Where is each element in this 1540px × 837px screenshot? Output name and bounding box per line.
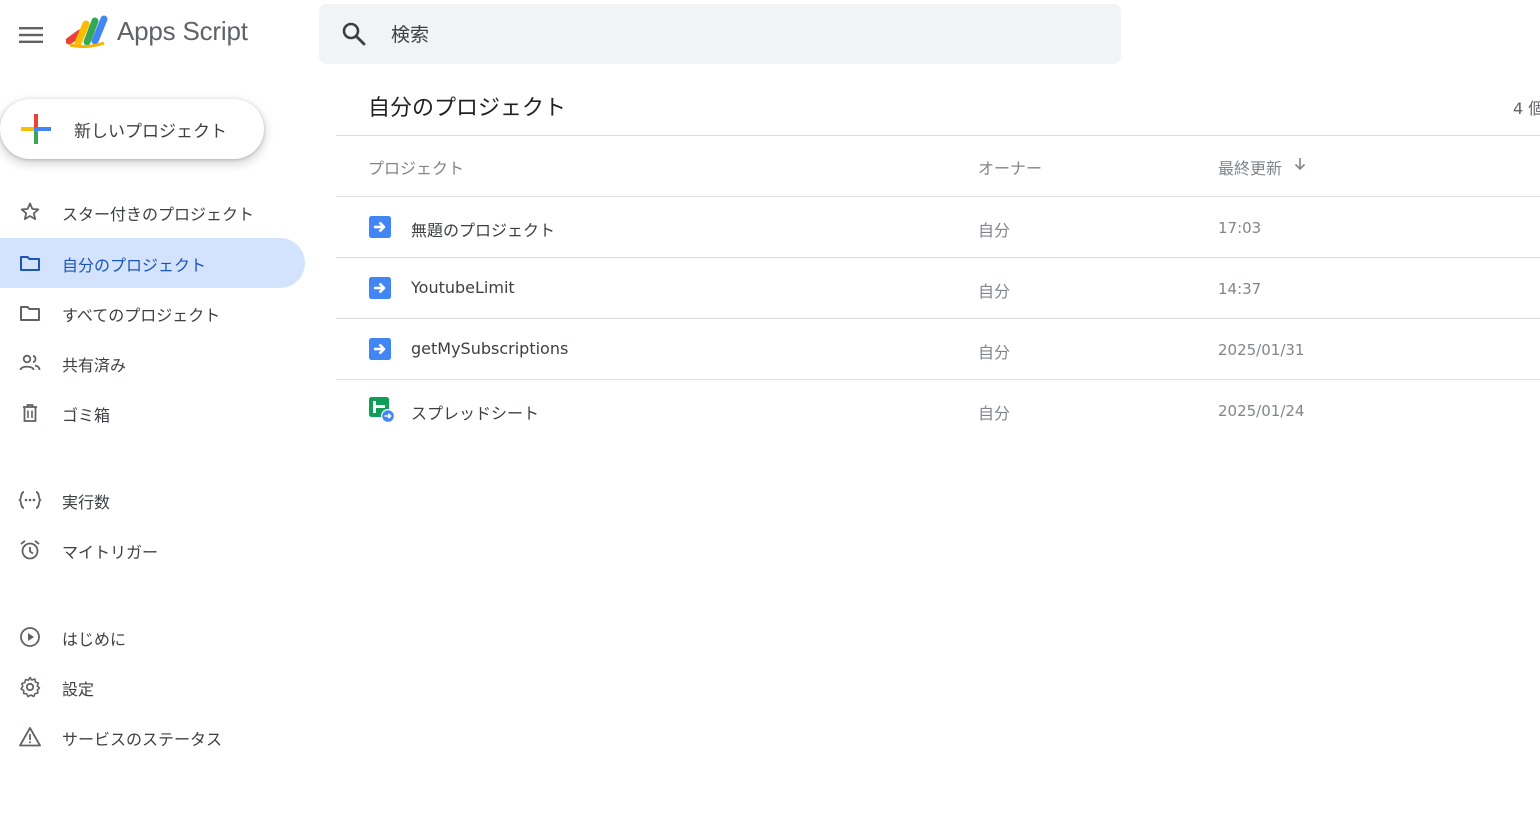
- table-row[interactable]: YoutubeLimit 自分 14:37: [336, 258, 1540, 318]
- sidebar-item-starred[interactable]: スター付きのプロジェクト: [0, 187, 305, 237]
- sidebar-item-all-projects[interactable]: すべてのプロジェクト: [0, 288, 305, 338]
- project-last-modified: 2025/01/24: [1218, 402, 1305, 420]
- folder-icon: [20, 256, 40, 271]
- sidebar-item-settings[interactable]: 設定: [0, 662, 305, 712]
- new-project-label: 新しいプロジェクト: [74, 122, 227, 142]
- sheets-bound-project-icon: [369, 397, 395, 423]
- sidebar-item-service-status[interactable]: サービスのステータス: [0, 712, 305, 762]
- play-circle-icon: [20, 627, 40, 647]
- project-owner: 自分: [978, 404, 1011, 423]
- project-name[interactable]: YoutubeLimit: [411, 278, 515, 297]
- project-count: 4 個: [1513, 99, 1540, 118]
- project-name[interactable]: スプレッドシート: [411, 400, 539, 424]
- table-row[interactable]: 無題のプロジェクト 自分 17:03: [336, 197, 1540, 257]
- alarm-icon: [20, 540, 40, 560]
- trash-icon: [23, 404, 37, 422]
- project-last-modified: 14:37: [1218, 280, 1262, 298]
- sidebar-item-executions[interactable]: 実行数: [0, 475, 305, 525]
- executions-icon: [18, 491, 42, 509]
- column-header-last-modified[interactable]: 最終更新: [1218, 155, 1282, 179]
- sidebar-item-shared[interactable]: 共有済み: [0, 338, 305, 388]
- column-header-owner[interactable]: オーナー: [978, 155, 1042, 179]
- divider: [336, 135, 1540, 136]
- search-bar[interactable]: [319, 4, 1121, 64]
- search-icon[interactable]: [340, 20, 368, 48]
- apps-script-project-icon: [369, 216, 391, 238]
- sort-descending-icon[interactable]: [1292, 156, 1308, 172]
- sidebar-item-label: 実行数: [62, 493, 111, 512]
- project-name[interactable]: 無題のプロジェクト: [411, 217, 555, 241]
- project-owner: 自分: [978, 221, 1011, 240]
- star-icon: [20, 202, 40, 220]
- table-row[interactable]: getMySubscriptions 自分 2025/01/31: [336, 319, 1540, 379]
- project-last-modified: 2025/01/31: [1218, 341, 1305, 359]
- sidebar-item-label: スター付きのプロジェクト: [62, 205, 255, 224]
- search-input[interactable]: 検索: [391, 20, 429, 47]
- sidebar-item-label: 自分のプロジェクト: [62, 256, 207, 275]
- apps-script-project-icon: [369, 277, 391, 299]
- sidebar-item-label: 設定: [62, 680, 95, 699]
- project-owner: 自分: [978, 282, 1011, 301]
- people-icon: [19, 354, 41, 371]
- sidebar-item-label: すべてのプロジェクト: [62, 306, 221, 325]
- page-title: 自分のプロジェクト: [368, 96, 567, 121]
- sidebar-item-label: 共有済み: [62, 356, 127, 375]
- sidebar-item-my-projects[interactable]: 自分のプロジェクト: [0, 238, 305, 288]
- folder-icon: [20, 306, 40, 321]
- table-row[interactable]: スプレッドシート 自分 2025/01/24: [336, 380, 1540, 440]
- hamburger-menu-icon: [19, 27, 43, 43]
- column-header-project[interactable]: プロジェクト: [368, 155, 464, 179]
- sidebar-item-getting-started[interactable]: はじめに: [0, 612, 305, 662]
- sidebar-item-label: ゴミ箱: [62, 406, 111, 425]
- project-owner: 自分: [978, 343, 1011, 362]
- main-menu-button[interactable]: [14, 18, 48, 52]
- sidebar-item-trash[interactable]: ゴミ箱: [0, 388, 305, 438]
- sidebar-item-my-triggers[interactable]: マイトリガー: [0, 525, 305, 575]
- apps-script-logo[interactable]: [65, 15, 110, 51]
- app-title: Apps Script: [117, 16, 248, 46]
- sidebar-item-label: マイトリガー: [62, 543, 159, 562]
- warning-icon: [19, 727, 41, 747]
- project-name[interactable]: getMySubscriptions: [411, 339, 568, 358]
- project-last-modified: 17:03: [1218, 219, 1262, 237]
- apps-script-project-icon: [369, 338, 391, 360]
- plus-icon: [21, 114, 51, 144]
- sidebar-item-label: サービスのステータス: [62, 730, 223, 749]
- sidebar-item-label: はじめに: [62, 630, 127, 649]
- gear-icon: [20, 676, 41, 698]
